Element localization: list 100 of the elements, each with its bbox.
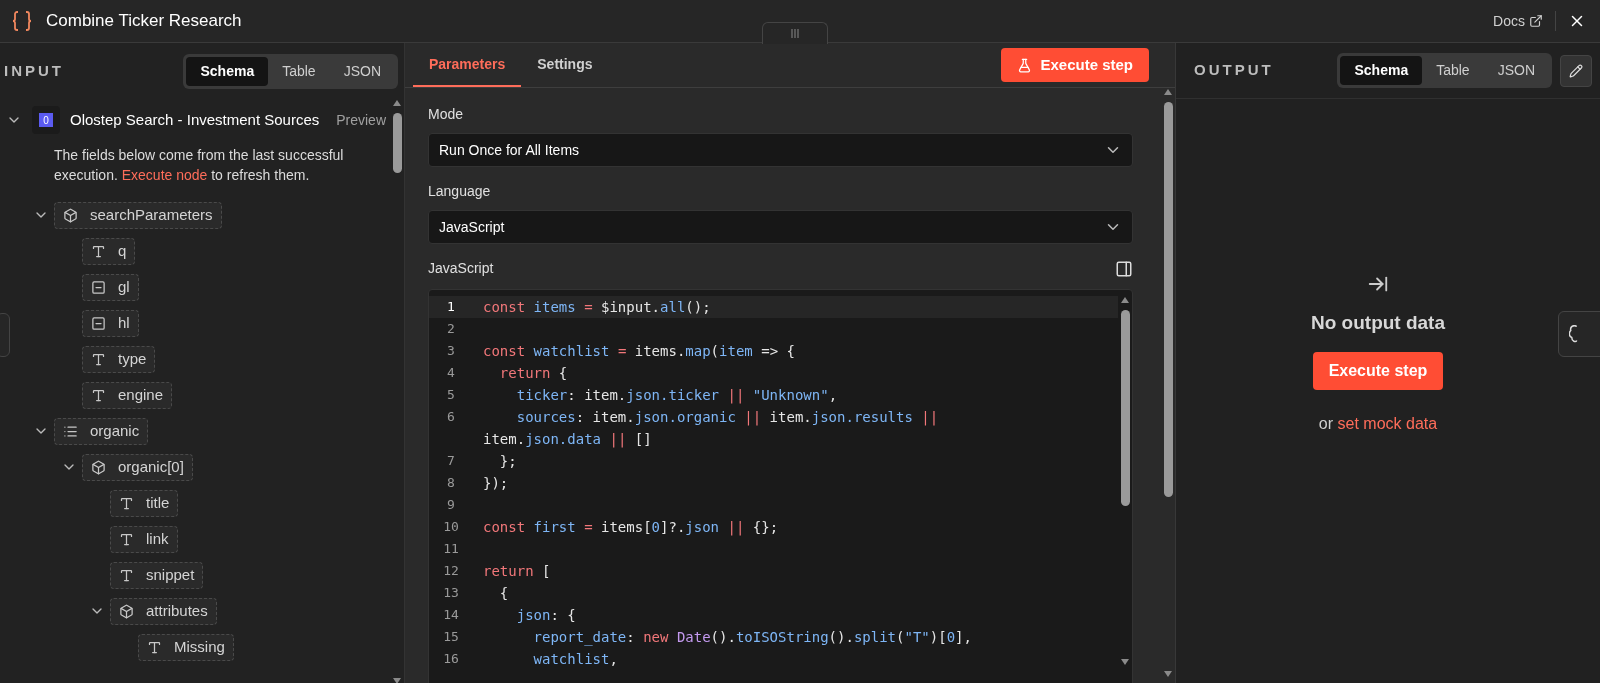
letter-t-icon <box>91 387 106 403</box>
field-pill[interactable]: title <box>110 489 179 517</box>
code-text: }); <box>483 473 509 493</box>
letter-t-icon <box>119 531 134 547</box>
view-tab[interactable]: Table <box>268 56 330 86</box>
flask-icon <box>1017 57 1033 73</box>
grip-icon <box>791 29 799 38</box>
select-field[interactable]: JavaScript <box>428 210 1133 244</box>
code-editor[interactable] <box>428 289 1133 683</box>
settings-tab[interactable]: Parameters <box>413 43 522 87</box>
scroll-up-icon[interactable] <box>1163 88 1173 96</box>
line-number: 4 <box>446 364 456 383</box>
line-number: 5 <box>446 386 456 405</box>
code-text: { <box>498 583 509 603</box>
line-number: 7 <box>446 452 456 471</box>
external-link-icon <box>1529 14 1543 28</box>
scrollbar-thumb[interactable] <box>1163 102 1173 497</box>
view-tab[interactable]: JSON <box>1483 56 1549 85</box>
scrollbar-thumb[interactable] <box>392 113 402 173</box>
code-text: ticker: item.json.ticker || "Unknown", <box>515 385 838 406</box>
scroll-up-icon[interactable] <box>392 99 402 107</box>
panel-heading: INPUT <box>4 60 64 81</box>
field-name: title <box>146 492 170 513</box>
code-text: json: { <box>515 605 576 625</box>
line-number: 11 <box>442 540 460 559</box>
line-number: 3 <box>446 342 456 361</box>
field-pill[interactable]: gl <box>82 273 139 301</box>
line-number: 13 <box>442 584 460 603</box>
field-name: type <box>118 348 147 369</box>
code-text: return { <box>498 363 568 383</box>
view-tab[interactable]: Schema <box>1340 56 1423 85</box>
field-pill[interactable]: snippet <box>110 561 204 589</box>
list-icon <box>63 423 78 439</box>
scroll-down-icon[interactable] <box>1163 670 1173 678</box>
field-name: attributes <box>146 600 208 621</box>
field-pill[interactable]: q <box>82 237 136 265</box>
code-text: const watchlist = items.map(item => { <box>483 341 795 361</box>
field-pill[interactable]: organic[0] <box>82 453 193 481</box>
scroll-down-icon[interactable] <box>392 677 402 683</box>
view-tab[interactable]: Schema <box>186 56 269 86</box>
edit-button[interactable] <box>1560 54 1592 87</box>
field-name: searchParameters <box>90 204 213 225</box>
field-pill[interactable]: engine <box>82 381 173 409</box>
field-pill[interactable]: type <box>82 345 156 373</box>
preview-label: Preview <box>336 110 386 130</box>
view-tab[interactable]: JSON <box>329 56 395 86</box>
field-pill[interactable]: Missing <box>138 633 234 661</box>
node-badge: 0 <box>39 113 53 127</box>
field-pill[interactable]: organic <box>54 417 149 445</box>
settings-tab[interactable]: Settings <box>521 43 609 87</box>
field-name: q <box>118 240 127 261</box>
field-name: hl <box>118 312 130 333</box>
select-field[interactable]: Run Once for All Items <box>428 133 1133 167</box>
code-text: const items = $input.all(); <box>483 297 711 317</box>
docs-link[interactable]: Docs <box>1493 10 1543 32</box>
field-label: JavaScript <box>428 259 494 278</box>
execute-node-link[interactable]: Execute node <box>121 167 208 183</box>
braces-icon <box>10 9 34 33</box>
side-handle[interactable] <box>0 313 10 357</box>
line-number: 2 <box>446 320 456 339</box>
code-text: report_date: new Date().toISOString().split("T")[0], <box>532 627 972 648</box>
field-name: organic[0] <box>118 456 184 477</box>
line-number: 1 <box>446 298 456 317</box>
cube-icon <box>91 459 106 475</box>
panel-toggle-icon[interactable] <box>1115 259 1133 278</box>
scroll-up-icon[interactable] <box>1120 296 1130 304</box>
line-number: 8 <box>446 474 456 493</box>
panel-heading: OUTPUT <box>1194 60 1274 81</box>
line-number: 12 <box>442 562 460 581</box>
view-tab[interactable]: Table <box>1422 56 1484 85</box>
field-pill[interactable]: searchParameters <box>54 201 222 229</box>
mock-data-link[interactable]: set mock data <box>1337 414 1438 432</box>
letter-t-icon <box>91 351 106 367</box>
line-number: 6 <box>446 408 456 427</box>
code-text: return [ <box>483 561 551 581</box>
cube-icon <box>63 207 78 223</box>
cube-icon <box>119 603 134 619</box>
empty-title: No output data <box>1311 311 1445 335</box>
line-number: 9 <box>446 496 456 515</box>
field-pill[interactable]: link <box>110 525 178 553</box>
code-text: watchlist, <box>532 649 618 669</box>
pencil-icon <box>1569 63 1583 78</box>
code-text: const first = items[0]?.json || {}; <box>483 517 779 538</box>
window-title: Combine Ticker Research <box>46 10 242 33</box>
field-name: snippet <box>146 564 195 585</box>
field-name: Missing <box>174 636 225 657</box>
field-name: engine <box>118 384 164 405</box>
mock-data-text: or set mock data <box>1318 413 1438 434</box>
code-text: }; <box>498 451 517 471</box>
scroll-down-icon[interactable] <box>1120 658 1130 666</box>
field-pill[interactable]: attributes <box>110 597 217 625</box>
drag-handle[interactable] <box>762 22 828 44</box>
field-name: organic <box>90 420 140 441</box>
field-pill[interactable]: hl <box>82 309 139 337</box>
letter-t-icon <box>119 495 134 511</box>
notice-text: The fields below come from the last successful execution. Execute node to refresh them. <box>53 146 345 185</box>
minus-square-icon <box>91 315 106 331</box>
field-label: Mode <box>428 105 465 124</box>
scrollbar-thumb[interactable] <box>1120 310 1130 506</box>
side-handle[interactable] <box>1558 311 1600 357</box>
